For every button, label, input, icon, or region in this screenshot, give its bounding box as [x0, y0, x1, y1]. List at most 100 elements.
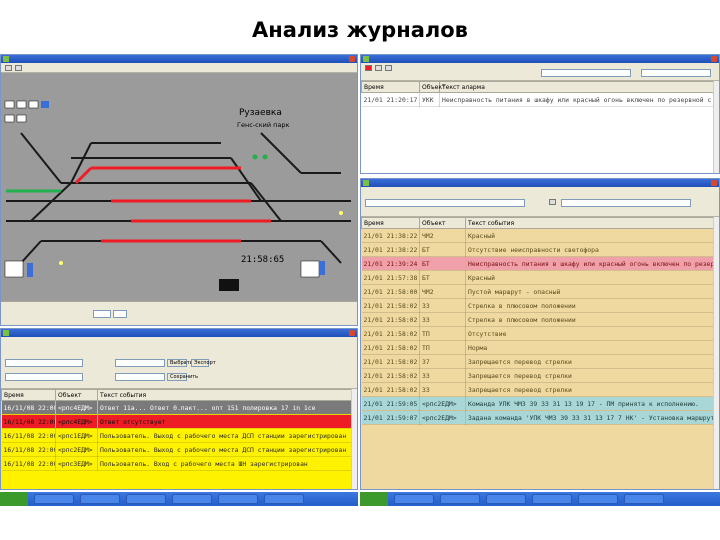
- filter-icon[interactable]: [375, 65, 382, 71]
- cell-obj: <рпс2ЕДМ>: [55, 442, 98, 457]
- cell-obj: <рпс3ЕДМ>: [55, 456, 98, 471]
- table-row[interactable]: 21/01 21:39:24 БТ Неисправность питания в …: [361, 256, 715, 271]
- close-icon[interactable]: [711, 180, 717, 186]
- table-row[interactable]: 21/01 21:38:22 БТ Отсутствие неисправности…: [361, 242, 715, 257]
- cell-obj: <рпс4ЕДМ>: [55, 400, 98, 415]
- start-button[interactable]: [0, 492, 28, 506]
- table-row[interactable]: 16/11/08 22:00:00<рпс1ЕДМ>Пользователь. …: [1, 428, 353, 443]
- start-button[interactable]: [360, 492, 388, 506]
- save-button[interactable]: Сохранить: [167, 373, 198, 381]
- table-row[interactable]: 21/01 21:58:02 33 Стрелка в плюсовом полож…: [361, 312, 715, 327]
- table-row[interactable]: 16/11/08 22:00:00<рпс3ЕДМ>Пользователь. …: [1, 456, 353, 471]
- taskbar-item[interactable]: [578, 494, 618, 504]
- table-row[interactable]: 16/11/08 22:00:00<рпс4ЕДМ>Ответ отсутств…: [1, 414, 353, 429]
- refresh-icon[interactable]: [549, 199, 556, 205]
- table-row[interactable]: 21/01 21:57:38 БТ Красный: [361, 270, 715, 285]
- table-row[interactable]: 21/01 21:58:02 33 Стрелка в плюсовом полож…: [361, 298, 715, 313]
- cell-time: 21/01 21:58:02: [361, 340, 420, 355]
- table-row[interactable]: 21/01 21:59:05 <рпс2ЕДМ> Команда УПК ЧМ3 3…: [361, 396, 715, 411]
- taskbar-item[interactable]: [486, 494, 526, 504]
- date-to-field[interactable]: [5, 373, 83, 381]
- close-icon[interactable]: [349, 56, 355, 62]
- type-select[interactable]: [115, 373, 165, 381]
- table-row[interactable]: 21/01 21:58:00 ЧМ2 Пустой маршрут - опасны…: [361, 284, 715, 299]
- tool-icon[interactable]: [15, 65, 22, 71]
- events-titlebar: [361, 179, 719, 187]
- cell-text: Красный: [465, 270, 715, 285]
- alarm-titlebar: [361, 55, 719, 63]
- app-icon: [363, 180, 369, 186]
- table-row[interactable]: 21/01 21:38:22 ЧМ2 Красный: [361, 228, 715, 243]
- cell-obj: <рпс2ЕДМ>: [419, 410, 466, 425]
- table-row[interactable]: 21/01 21:58:02 ТП Отсутствие: [361, 326, 715, 341]
- cell-text: Задана команда 'УПК ЧМ3 39 33 31 13 17 7…: [465, 410, 715, 425]
- table-row[interactable]: 16/11/08 22:00:00<рпс4ЕДМ>Ответ 11a... О…: [1, 400, 353, 415]
- cell-obj: ЧМ2: [419, 228, 466, 243]
- col-object[interactable]: Объект: [419, 217, 466, 229]
- select-button[interactable]: Выбрать: [167, 359, 193, 367]
- col-text[interactable]: Текст аларма: [439, 81, 715, 93]
- grid-icon[interactable]: [93, 310, 111, 318]
- cell-text: Пользователь. Вход с рабочего места ШН з…: [97, 456, 353, 471]
- taskbar-item[interactable]: [394, 494, 434, 504]
- col-text[interactable]: Текст события: [97, 389, 353, 401]
- print-icon[interactable]: [385, 65, 392, 71]
- col-time[interactable]: Время: [361, 217, 420, 229]
- alarm-table-wrap: Время Объект Текст аларма 21/01 21:20:17…: [361, 81, 715, 173]
- close-icon[interactable]: [711, 56, 717, 62]
- table-row[interactable]: 21/01 21:59:07 <рпс2ЕДМ> Задана команда 'У…: [361, 410, 715, 425]
- export-button[interactable]: Экспорт: [191, 359, 216, 367]
- table-row[interactable]: 21/01 21:58:02 ТП Норма: [361, 340, 715, 355]
- table-row[interactable]: 21/01 21:58:02 33 Запрещается перевод стре…: [361, 368, 715, 383]
- taskbar-item[interactable]: [440, 494, 480, 504]
- taskbar-item[interactable]: [218, 494, 258, 504]
- cell-obj: <рпс4ЕДМ>: [55, 414, 98, 429]
- table-row[interactable]: 16/11/08 22:00:00<рпс2ЕДМ>Пользователь. …: [1, 442, 353, 457]
- cell-obj: ТП: [419, 326, 466, 341]
- col-object[interactable]: Объект: [419, 81, 445, 93]
- mimic-statusbar: [1, 301, 357, 325]
- taskbar-item[interactable]: [532, 494, 572, 504]
- alarm-type-select[interactable]: [641, 69, 711, 77]
- object-select[interactable]: [115, 359, 165, 367]
- col-object[interactable]: Объект: [55, 389, 98, 401]
- taskbar-right: [360, 492, 720, 506]
- taskbar-item[interactable]: [172, 494, 212, 504]
- cell-time: 16/11/08 22:00:00: [1, 400, 56, 415]
- mimic-titlebar: [1, 55, 357, 63]
- cell-obj: <рпс2ЕДМ>: [419, 396, 466, 411]
- track-diagram: [1, 73, 357, 301]
- menu-icon[interactable]: [5, 65, 12, 71]
- table-row[interactable]: 21/01 21:20:17 УКК Неисправность питания в…: [361, 92, 715, 107]
- bottom-log-table: Время Объект Текст события 16/11/08 22:0…: [1, 389, 353, 471]
- events-type-select[interactable]: [561, 199, 691, 207]
- bottom-log-scrollbar[interactable]: [351, 389, 357, 489]
- alarm-toolbar: [361, 63, 719, 81]
- taskbar-item[interactable]: [264, 494, 304, 504]
- cell-obj: 33: [419, 368, 466, 383]
- taskbar-item[interactable]: [34, 494, 74, 504]
- col-time[interactable]: Время: [1, 389, 56, 401]
- alarm-scrollbar[interactable]: [713, 81, 719, 173]
- col-time[interactable]: Время: [361, 81, 420, 93]
- cell-text: Запрещается перевод стрелки: [465, 354, 715, 369]
- events-scrollbar[interactable]: [713, 217, 719, 489]
- alarm-filter-select[interactable]: [541, 69, 631, 77]
- table-row[interactable]: 21/01 21:58:02 33 Запрещается перевод стре…: [361, 382, 715, 397]
- close-icon[interactable]: [349, 330, 355, 336]
- cell-time: 21/01 21:20:17: [361, 92, 420, 107]
- events-filter-select[interactable]: [365, 199, 525, 207]
- alarm-window: Время Объект Текст аларма 21/01 21:20:17…: [360, 54, 720, 174]
- mimic-toolbar: [1, 63, 357, 73]
- tool-icon[interactable]: [113, 310, 127, 318]
- taskbar-item[interactable]: [126, 494, 166, 504]
- date-from-field[interactable]: [5, 359, 83, 367]
- taskbar-item[interactable]: [80, 494, 120, 504]
- cell-time: 21/01 21:58:02: [361, 368, 420, 383]
- table-row[interactable]: 21/01 21:58:02 37 Запрещается перевод стре…: [361, 354, 715, 369]
- col-text[interactable]: Текст события: [465, 217, 715, 229]
- cell-text: Пользователь. Выход с рабочего места ДСП…: [97, 428, 353, 443]
- cell-time: 21/01 21:38:22: [361, 228, 420, 243]
- alarm-icon[interactable]: [365, 65, 372, 71]
- taskbar-item[interactable]: [624, 494, 664, 504]
